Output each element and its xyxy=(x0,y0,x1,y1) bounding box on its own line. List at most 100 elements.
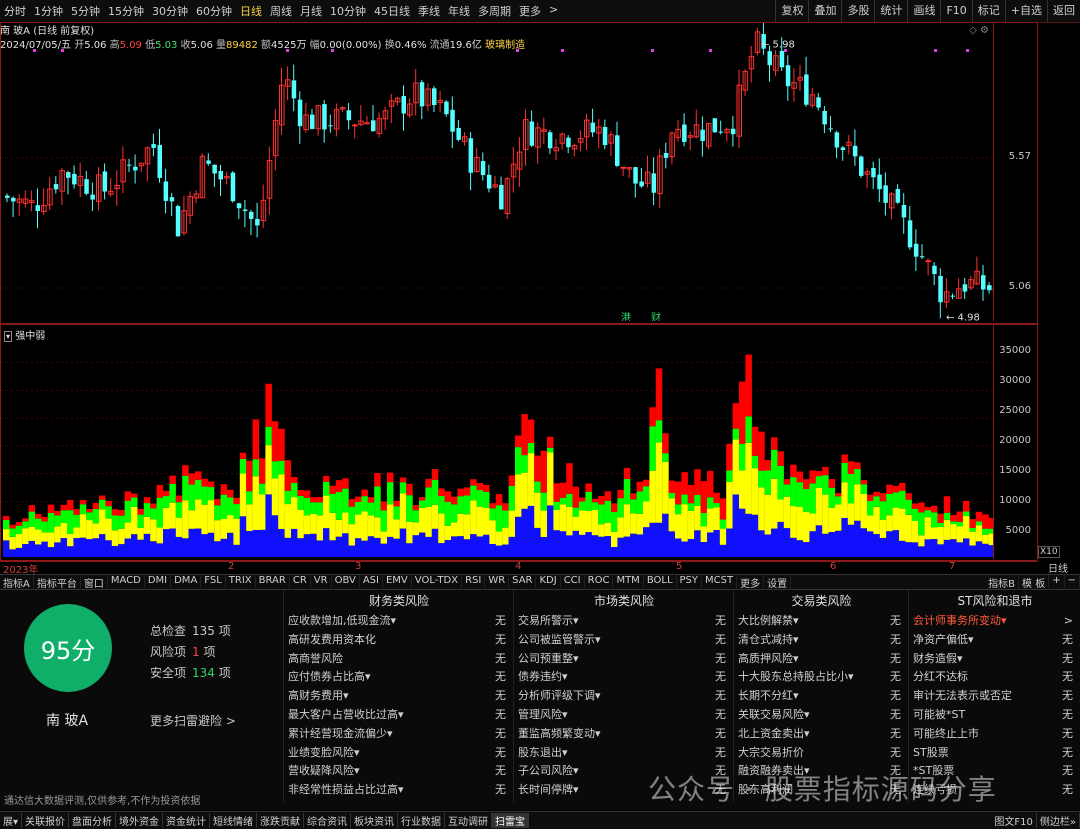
indicator-tab[interactable]: 设置 xyxy=(764,574,792,590)
risk-item[interactable]: 北上资金卖出▾ 无 xyxy=(734,725,909,744)
candlestick-panel[interactable]: ← 5.98 ← 4.98 港 财 5.57 5.06 ◇ ⚙ xyxy=(0,22,1038,324)
risk-item[interactable]: 高质押风险▾ 无 xyxy=(734,650,909,669)
risk-item[interactable]: 长期不分红▾ 无 xyxy=(734,687,909,706)
risk-item[interactable]: 管理风险▾ 无 xyxy=(514,706,734,725)
bottom-tab[interactable]: 板块资讯 xyxy=(351,813,399,828)
period-tab[interactable]: 多周期 xyxy=(474,3,515,19)
indicator-tab[interactable]: VOL-TDX xyxy=(412,574,463,590)
bottom-tab[interactable]: 展▾ xyxy=(0,813,23,828)
risk-item[interactable]: 最大客户占营收比过高▾ 无 xyxy=(284,706,514,725)
toolbar-button[interactable]: 标记 xyxy=(971,0,1005,22)
risk-item[interactable]: 审计无法表示或否定 无 xyxy=(909,687,1080,706)
indicator-tab[interactable]: CCI xyxy=(561,574,585,590)
bottom-tab[interactable]: 短线情绪 xyxy=(210,813,258,828)
indicator-tab[interactable]: MTM xyxy=(613,574,644,590)
risk-item[interactable]: 董监高频繁变动▾ 无 xyxy=(514,725,734,744)
indicator-tab[interactable]: TRIX xyxy=(226,574,256,590)
bottom-tab[interactable]: 涨跌贡献 xyxy=(257,813,305,828)
risk-item[interactable]: 高商誉风险 无 xyxy=(284,650,514,669)
volume-chart[interactable] xyxy=(1,325,993,559)
event-marker[interactable]: 港 xyxy=(621,312,631,321)
indicator-tab[interactable]: SAR xyxy=(509,574,537,590)
risk-item[interactable]: 交易所警示▾ 无 xyxy=(514,612,734,631)
risk-item[interactable]: 会计师事务所变动▾ > xyxy=(909,612,1080,631)
period-tab[interactable]: 5分钟 xyxy=(67,3,104,19)
risk-item[interactable]: ST股票 无 xyxy=(909,744,1080,763)
volume-panel[interactable]: ▾ 强中弱 35000 30000 25000 20000 15000 10000 5000 xyxy=(0,324,1038,562)
risk-item[interactable]: 大比例解禁▾ 无 xyxy=(734,612,909,631)
risk-item[interactable]: 分红不达标 无 xyxy=(909,668,1080,687)
indicator-tab[interactable]: ASI xyxy=(360,574,383,590)
period-tab[interactable]: 60分钟 xyxy=(192,3,236,19)
indicator-tab[interactable]: RSI xyxy=(462,574,486,590)
indicator-tab[interactable]: MCST xyxy=(702,574,738,590)
risk-item[interactable]: 净资产偏低▾ 无 xyxy=(909,631,1080,650)
bottom-tab[interactable]: 盘面分析 xyxy=(69,813,117,828)
risk-item[interactable]: 非经常性损益占比过高▾ 无 xyxy=(284,781,514,800)
toolbar-button[interactable]: 多股 xyxy=(841,0,874,22)
bottom-tab[interactable]: 扫雷宝 xyxy=(492,813,530,828)
indicator-tab[interactable]: OBV xyxy=(332,574,360,590)
indicator-tab[interactable]: FSL xyxy=(201,574,226,590)
indicator-tab[interactable]: BRAR xyxy=(256,574,290,590)
bottom-tab[interactable]: 行业数据 xyxy=(398,813,446,828)
risk-item[interactable]: 股东退出▾ 无 xyxy=(514,744,734,763)
toolbar-button[interactable]: 画线 xyxy=(907,0,940,22)
risk-item[interactable]: 可能终止上市 无 xyxy=(909,725,1080,744)
toolbar-button[interactable]: 叠加 xyxy=(808,0,841,22)
period-tab[interactable]: 分时 xyxy=(0,3,30,19)
indicator-tab[interactable]: 指标A xyxy=(0,574,34,590)
period-tab[interactable]: 10分钟 xyxy=(326,3,370,19)
risk-item[interactable]: 分析师评级下调▾ 无 xyxy=(514,687,734,706)
risk-item[interactable]: 债券违约▾ 无 xyxy=(514,668,734,687)
indicator-tab[interactable]: 更多 xyxy=(737,574,765,590)
toolbar-button[interactable]: F10 xyxy=(940,0,971,22)
bottom-tab[interactable]: 境外资金 xyxy=(116,813,164,828)
risk-item[interactable]: 财务造假▾ 无 xyxy=(909,650,1080,669)
risk-item[interactable]: 十大股东总持股占比小▾ 无 xyxy=(734,668,909,687)
bottom-tab[interactable]: 互动调研 xyxy=(445,813,493,828)
indicator-tab[interactable]: 窗口 xyxy=(81,574,108,590)
risk-item[interactable]: 累计经营现金流偏少▾ 无 xyxy=(284,725,514,744)
period-tab[interactable]: 更多 xyxy=(515,3,545,19)
indicator-tab[interactable]: + xyxy=(1049,574,1065,590)
period-tab[interactable]: 月线 xyxy=(296,3,326,19)
risk-item[interactable]: 应付债券占比高▾ 无 xyxy=(284,668,514,687)
indicator-tab[interactable]: PSY xyxy=(677,574,703,590)
bottom-tab[interactable]: 资金统计 xyxy=(163,813,211,828)
risk-item[interactable]: 业绩变脸风险▾ 无 xyxy=(284,744,514,763)
indicator-tab[interactable]: DMA xyxy=(171,574,202,590)
indicator-tab[interactable]: ROC xyxy=(585,574,614,590)
risk-item[interactable]: 关联交易风险▾ 无 xyxy=(734,706,909,725)
risk-item[interactable]: 营收疑降风险▾ 无 xyxy=(284,762,514,781)
toolbar-button[interactable]: 复权 xyxy=(775,0,808,22)
indicator-tab[interactable]: EMV xyxy=(383,574,412,590)
period-tab[interactable]: 年线 xyxy=(444,3,474,19)
indicator-tab[interactable]: VR xyxy=(311,574,332,590)
indicator-tab[interactable]: − xyxy=(1065,574,1080,590)
event-marker[interactable]: 财 xyxy=(651,311,661,321)
indicator-tab[interactable]: BOLL xyxy=(644,574,677,590)
bottom-tab[interactable]: 侧边栏» xyxy=(1037,813,1080,828)
period-tab[interactable]: 季线 xyxy=(414,3,444,19)
risk-item[interactable]: 高研发费用资本化 无 xyxy=(284,631,514,650)
risk-item[interactable]: 高财务费用▾ 无 xyxy=(284,687,514,706)
risk-item[interactable]: 大宗交易折价 无 xyxy=(734,744,909,763)
indicator-tab[interactable]: CR xyxy=(290,574,311,590)
risk-item[interactable]: 公司被监管警示▾ 无 xyxy=(514,631,734,650)
period-tab[interactable]: 1分钟 xyxy=(30,3,67,19)
toolbar-button[interactable]: 返回 xyxy=(1047,0,1080,22)
indicator-tab[interactable]: 指标B xyxy=(985,574,1020,590)
indicator-tab[interactable]: DMI xyxy=(145,574,172,590)
period-tab[interactable]: 30分钟 xyxy=(148,3,192,19)
risk-item[interactable]: 应收款增加,低现金流▾ 无 xyxy=(284,612,514,631)
bottom-tab[interactable]: 综合资讯 xyxy=(304,813,352,828)
risk-item[interactable]: 清仓式减持▾ 无 xyxy=(734,631,909,650)
period-tab[interactable]: 15分钟 xyxy=(104,3,148,19)
period-tab[interactable]: 周线 xyxy=(266,3,296,19)
indicator-tab[interactable]: 指标平台 xyxy=(34,574,81,590)
risk-item[interactable]: 可能被*ST 无 xyxy=(909,706,1080,725)
indicator-tab[interactable]: 模 板 xyxy=(1019,574,1050,590)
chart-settings-icon[interactable]: ◇ ⚙ xyxy=(969,25,989,36)
period-label[interactable]: 日线 xyxy=(1036,560,1080,575)
